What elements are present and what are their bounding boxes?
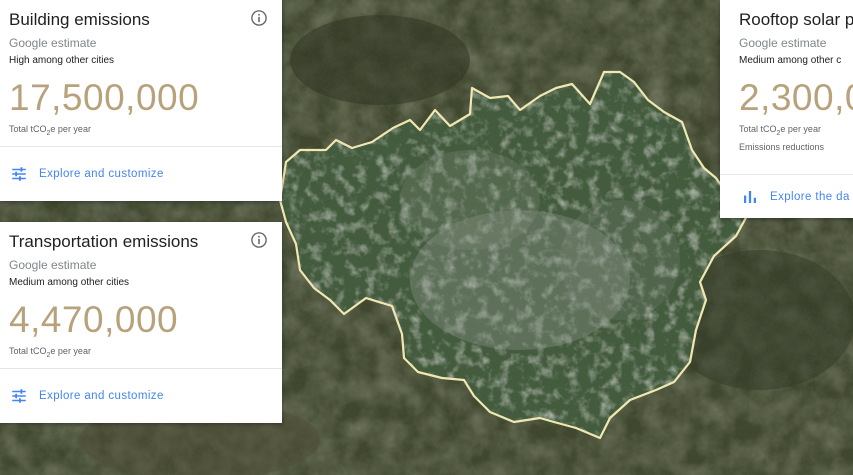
explore-customize-button[interactable]: Explore and customize — [0, 368, 282, 423]
card-subtitle: Google estimate — [9, 258, 97, 272]
card-value: 17,500,000 — [9, 77, 200, 118]
card-title: Rooftop solar p — [739, 10, 853, 29]
card-rank: Medium among other cities — [9, 277, 130, 288]
card-subtitle: Google estimate — [739, 36, 827, 50]
card-title: Transportation emissions — [9, 232, 199, 251]
transportation-emissions-card: Transportation emissions Google estimate… — [0, 222, 282, 423]
tune-icon — [12, 389, 26, 403]
explore-data-label: Explore the da — [770, 190, 850, 203]
rooftop-solar-card: Rooftop solar p Google estimate Medium a… — [720, 0, 853, 218]
explore-customize-button[interactable]: Explore and customize — [0, 146, 282, 201]
info-icon[interactable] — [250, 9, 268, 27]
bar-chart-icon — [744, 190, 756, 203]
explore-customize-label: Explore and customize — [39, 390, 164, 402]
card-value: 2,300,0 — [739, 77, 853, 118]
explore-customize-label: Explore and customize — [39, 168, 164, 180]
card-rank: High among other cities — [9, 55, 115, 66]
card-unit: Total tCO2e per year — [9, 346, 91, 359]
tune-icon — [12, 167, 26, 181]
info-icon[interactable] — [250, 231, 268, 249]
card-rank: Medium among other c — [739, 55, 842, 66]
card-title: Building emissions — [9, 10, 150, 29]
card-unit-line2: Emissions reductions — [739, 141, 825, 152]
card-unit: Total tCO2e per year — [739, 124, 821, 137]
card-value: 4,470,000 — [9, 299, 179, 340]
card-unit: Total tCO2e per year — [9, 124, 91, 137]
explore-data-button[interactable]: Explore the da — [720, 174, 853, 218]
building-emissions-card: Building emissions Google estimate High … — [0, 0, 282, 201]
card-subtitle: Google estimate — [9, 36, 97, 50]
